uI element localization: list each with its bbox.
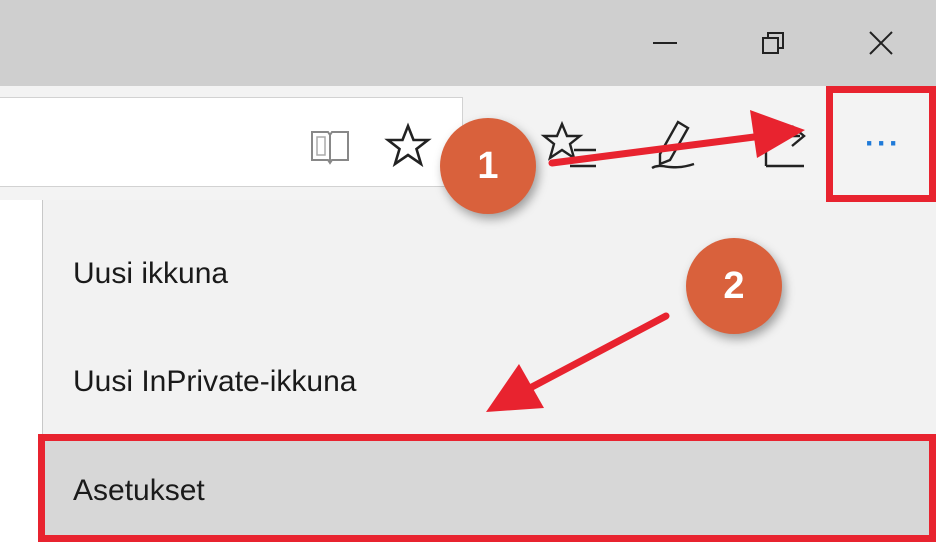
arrow-1-head: [750, 110, 805, 158]
annotation-arrows: [486, 110, 805, 412]
step-1-badge: 1: [440, 118, 536, 214]
arrow-2: [526, 312, 670, 392]
step-2-badge: 2: [686, 238, 782, 334]
arrow-1: [548, 132, 766, 167]
